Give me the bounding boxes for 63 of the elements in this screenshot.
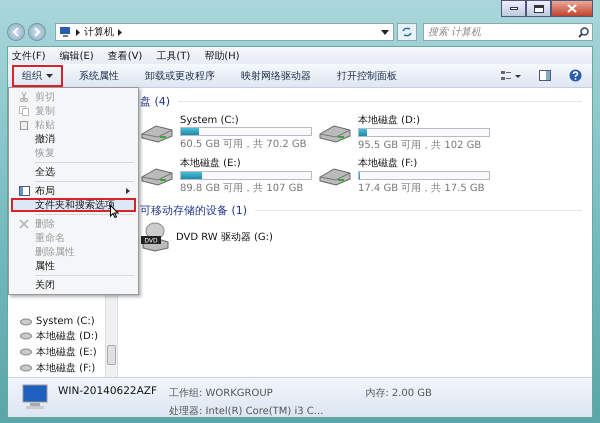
- menu-item[interactable]: 工具(T): [156, 48, 190, 62]
- toolbar-button[interactable]: 打开控制面板: [327, 64, 407, 86]
- chevron-icon: [118, 28, 122, 36]
- group-heading: 盘 (4): [140, 94, 170, 109]
- drive-name[interactable]: System (C:): [180, 114, 312, 126]
- drive-icon: [20, 364, 32, 372]
- menu-item[interactable]: 编辑(E): [60, 48, 94, 62]
- free-space-text: 17.4 GB 可用，共 17.5 GB: [358, 182, 486, 195]
- computer-icon: [60, 27, 72, 37]
- clipboard-icon: [19, 120, 29, 130]
- menu-item[interactable]: 帮助(H): [204, 48, 240, 62]
- drive-icon: [20, 348, 32, 356]
- toolbar-button[interactable]: 组织: [12, 64, 63, 86]
- drive-name[interactable]: 本地磁盘 (E:): [180, 156, 312, 170]
- free-space-text: 95.5 GB 可用，共 102 GB: [358, 138, 482, 152]
- nav-item[interactable]: 本地磁盘 (D:): [20, 329, 105, 343]
- toolbar-button[interactable]: 映射网络驱动器: [231, 64, 321, 86]
- delete-icon: [19, 219, 29, 229]
- computer-name: WIN-20140622AZF: [58, 385, 157, 397]
- search-field[interactable]: 搜索 计算机: [423, 23, 593, 41]
- menu-item[interactable]: 全选: [11, 165, 136, 179]
- forward-button[interactable]: [28, 23, 46, 41]
- drive-icon: [20, 318, 32, 326]
- minimize-button[interactable]: [501, 0, 526, 17]
- view-list-icon: [501, 70, 521, 82]
- free-space-text: 60.5 GB 可用，共 70.2 GB: [180, 138, 308, 150]
- menu-item[interactable]: 布局: [11, 184, 136, 198]
- chevron-icon: [76, 28, 80, 36]
- drive-name[interactable]: DVD RW 驱动器 (G:): [176, 230, 273, 244]
- toolbar-button[interactable]: 系统属性: [69, 64, 129, 86]
- breadcrumb-item[interactable]: 计算机: [84, 25, 114, 39]
- refresh-button[interactable]: [397, 23, 417, 41]
- menu-item[interactable]: 查看(V): [108, 48, 142, 62]
- drive-icon: [20, 332, 32, 340]
- maximize-button[interactable]: [526, 0, 551, 17]
- workgroup-text: 工作组: WORKGROUP: [168, 387, 274, 400]
- memory-text: 内存: 2.00 GB: [365, 386, 432, 400]
- close-icon: [567, 4, 577, 13]
- layout-icon: [18, 186, 30, 196]
- menu-item[interactable]: 属性: [11, 259, 136, 273]
- back-button[interactable]: [7, 23, 25, 41]
- group-heading: 可移动存储的设备 (1): [140, 203, 248, 218]
- address-field[interactable]: 计算机: [55, 23, 394, 41]
- close-button[interactable]: [551, 0, 593, 17]
- nav-item[interactable]: 本地磁盘 (F:): [20, 361, 105, 375]
- menu-item[interactable]: 关闭: [11, 278, 136, 292]
- copy-icon: [19, 106, 29, 116]
- menu-item[interactable]: 文件(F): [12, 48, 46, 62]
- scissors-icon: [19, 92, 29, 102]
- toolbar-button[interactable]: 卸载或更改程序: [135, 64, 225, 86]
- search-icon: [578, 26, 589, 38]
- nav-item[interactable]: 本地磁盘 (E:): [20, 345, 105, 359]
- computer-icon: [20, 384, 50, 410]
- processor-text: 处理器: Intel(R) Core(TM) i3 C...: [168, 404, 324, 418]
- menu-item[interactable]: 撤消: [11, 132, 136, 146]
- pane-icon: [539, 70, 551, 81]
- drive-name[interactable]: 本地磁盘 (F:): [358, 156, 490, 170]
- dropdown-icon: [381, 30, 389, 34]
- free-space-text: 89.8 GB 可用，共 107 GB: [180, 182, 304, 195]
- nav-item[interactable]: System (C:): [20, 316, 105, 327]
- help-icon: [569, 69, 582, 82]
- drive-name[interactable]: 本地磁盘 (D:): [358, 113, 490, 127]
- refresh-icon: [401, 27, 413, 37]
